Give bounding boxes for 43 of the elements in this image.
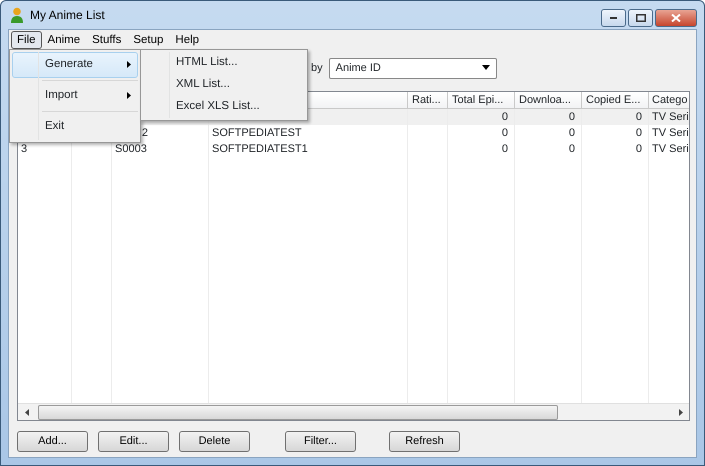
refresh-button[interactable]: Refresh [389,431,460,452]
edit-button[interactable]: Edit... [98,431,169,452]
table-cell: TV Seri [649,109,689,125]
table-cell: 0 [515,125,582,141]
column-header[interactable]: Copied E... [582,92,649,109]
sort-dropdown[interactable]: Anime ID [328,58,497,78]
user-icon [10,6,24,24]
menu-item[interactable]: HTML List... [143,52,305,74]
menu-item[interactable]: File [11,30,42,48]
scroll-thumb[interactable] [38,404,558,420]
scroll-left-icon[interactable] [24,408,28,416]
menu-item[interactable]: Generate [12,52,138,78]
menu-item[interactable]: Help [169,30,206,48]
table-cell: 0 [582,109,649,125]
add-button[interactable]: Add... [17,431,88,452]
menu-item[interactable]: Setup [127,30,170,48]
close-button[interactable] [655,9,697,27]
menu-item[interactable]: Import [12,83,138,109]
window-title: My Anime List [30,7,105,24]
menu-item[interactable]: XML List... [143,74,305,96]
close-icon [671,14,681,22]
scroll-right-icon[interactable] [678,408,682,416]
table-cell: 0 [582,125,649,141]
column-header[interactable]: Catego [649,92,689,109]
minimize-icon [610,17,617,19]
horizontal-scrollbar[interactable] [18,403,689,420]
table-cell: 0 [515,109,582,125]
menu-item[interactable]: Anime [42,30,86,48]
delete-button[interactable]: Delete [179,431,250,452]
table-cell: 0 [448,125,515,141]
menu-item[interactable]: Stuffs [86,30,128,48]
sort-label: by [311,60,323,76]
column-header[interactable]: Total Epi... [448,92,515,109]
table-cell: 0 [448,109,515,125]
maximize-icon [636,14,646,22]
filter-button[interactable]: Filter... [285,431,356,452]
table-cell: SOFTPEDIATEST [209,125,408,141]
table-cell: TV Seri [649,125,689,141]
minimize-button[interactable] [601,9,626,27]
caret-icon [482,65,490,70]
maximize-button[interactable] [628,9,653,27]
column-header[interactable]: Rati... [408,92,448,109]
column-header[interactable]: Downloa... [515,92,582,109]
